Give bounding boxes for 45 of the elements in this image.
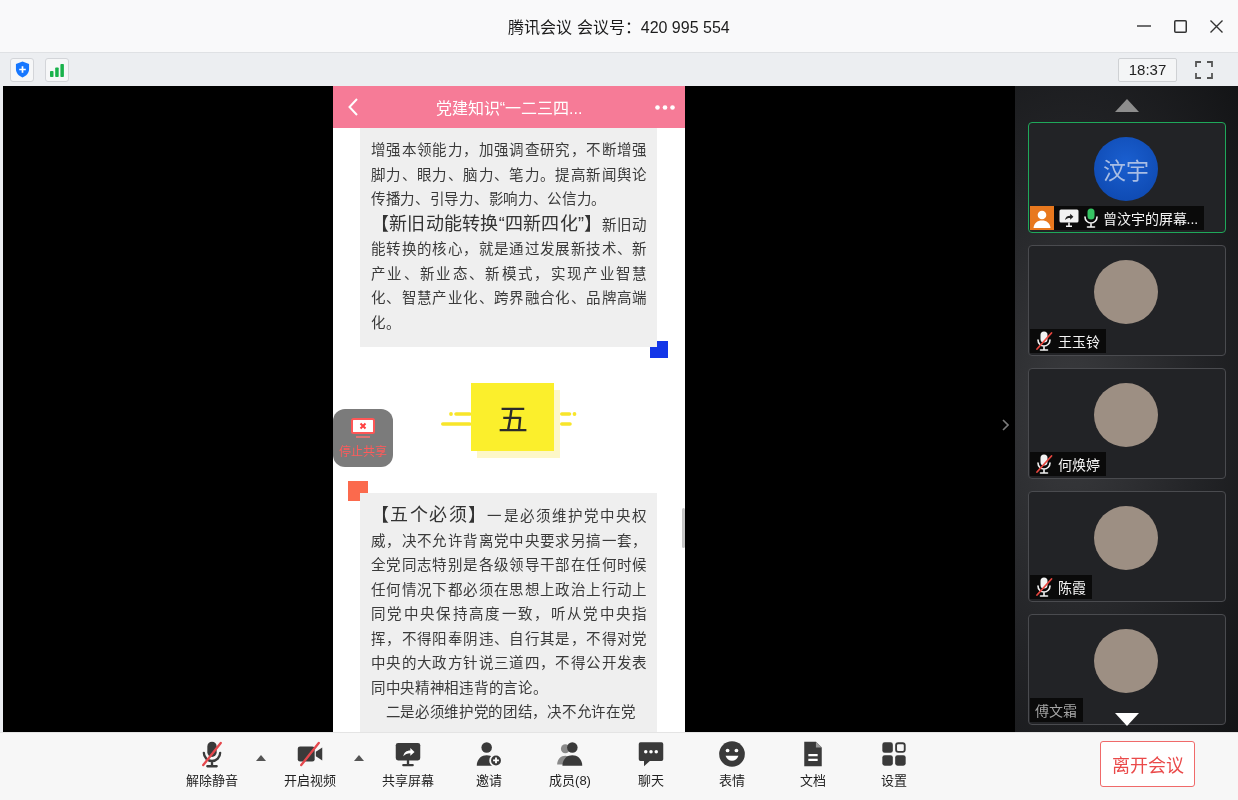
close-icon — [1209, 19, 1223, 33]
toolbar-button[interactable]: 解除静音 — [174, 733, 250, 789]
caret-up-icon — [256, 755, 266, 761]
triangle-up-icon — [1114, 98, 1139, 112]
more-icon — [655, 104, 675, 110]
maximize-icon — [1173, 19, 1187, 33]
device-menu-button[interactable] — [255, 754, 267, 762]
paragraph-text: 【五个必须】一是必须维护党中央权威，决不允许背离党中央要求另搞一套，全党同志特别是各级领导干部在任何时候任何情况下都必须在思想上政治上行动上同党中央保持高度一致，听从党中央指挥，不得阳奉阴违、自行其是，不得对党中央的大政方针说三道四，不得公开发表同中央精神相违背的言论。 — [371, 504, 647, 698]
participant-name: 曾汶宇的屏幕... — [1102, 210, 1199, 228]
caret-up-icon — [354, 755, 364, 761]
minimize-icon — [1137, 25, 1151, 27]
toolbar-button[interactable]: 成员(8) — [532, 733, 608, 789]
participant-name: 何焕婷 — [1057, 456, 1100, 474]
paragraph-text: 增强本领能力，加强调查研究，不断增强脚力、眼力、脑力、笔力。提高新闻舆论传播力、引导力、影响力、公信力。 — [371, 141, 647, 209]
security-button[interactable] — [10, 57, 34, 82]
fullscreen-icon — [1195, 60, 1213, 79]
toolbar-button[interactable]: 文档 — [775, 733, 851, 789]
shield-icon — [14, 61, 30, 78]
header-title: 党建知识“一二三四... — [434, 99, 584, 119]
dash-lines-icon — [560, 412, 577, 426]
triangle-down-icon — [1114, 712, 1139, 726]
scrollbar-thumb — [682, 508, 685, 548]
avatar-initials: 汶宇 — [1093, 137, 1158, 201]
dash-lines-icon — [441, 412, 471, 426]
window-title: 腾讯会议 会议号：420 995 554 — [508, 18, 730, 38]
section-number-badge: 五 — [471, 383, 560, 458]
monitor-x-icon — [350, 417, 376, 438]
participant-name: 傅文霜 — [1034, 702, 1077, 720]
toolbar-button[interactable]: 共享屏幕 — [370, 733, 446, 789]
network-button[interactable] — [45, 57, 69, 82]
toolbar-button[interactable]: 设置 — [856, 733, 932, 789]
toolbar-button[interactable]: 邀请 — [451, 733, 527, 789]
paragraph-text: 【新旧动能转换“四新四化”】新旧动能转换的核心，就是通过发展新技术、新产业、新业态、新模式，实现产业智慧化、智慧产业化、跨界融合化、品牌高端化。 — [371, 212, 647, 333]
toolbar-button[interactable]: 聊天 — [613, 733, 689, 789]
toolbar-button[interactable]: 表情 — [694, 733, 770, 789]
paragraph-text: 二是必须维护党的团结，决不允许在党 — [384, 703, 637, 722]
toolbar-button[interactable]: 开启视频 — [272, 733, 348, 789]
signal-bars-icon — [49, 62, 65, 77]
device-menu-button[interactable] — [353, 754, 365, 762]
participant-name: 王玉铃 — [1057, 333, 1100, 351]
leave-meeting-button[interactable]: 离开会议 — [1100, 741, 1195, 787]
chevron-left-icon — [348, 98, 358, 116]
chevron-right-icon — [1001, 419, 1009, 431]
participant-name: 陈霞 — [1057, 579, 1086, 597]
meeting-time: 18:37 — [1118, 57, 1177, 82]
